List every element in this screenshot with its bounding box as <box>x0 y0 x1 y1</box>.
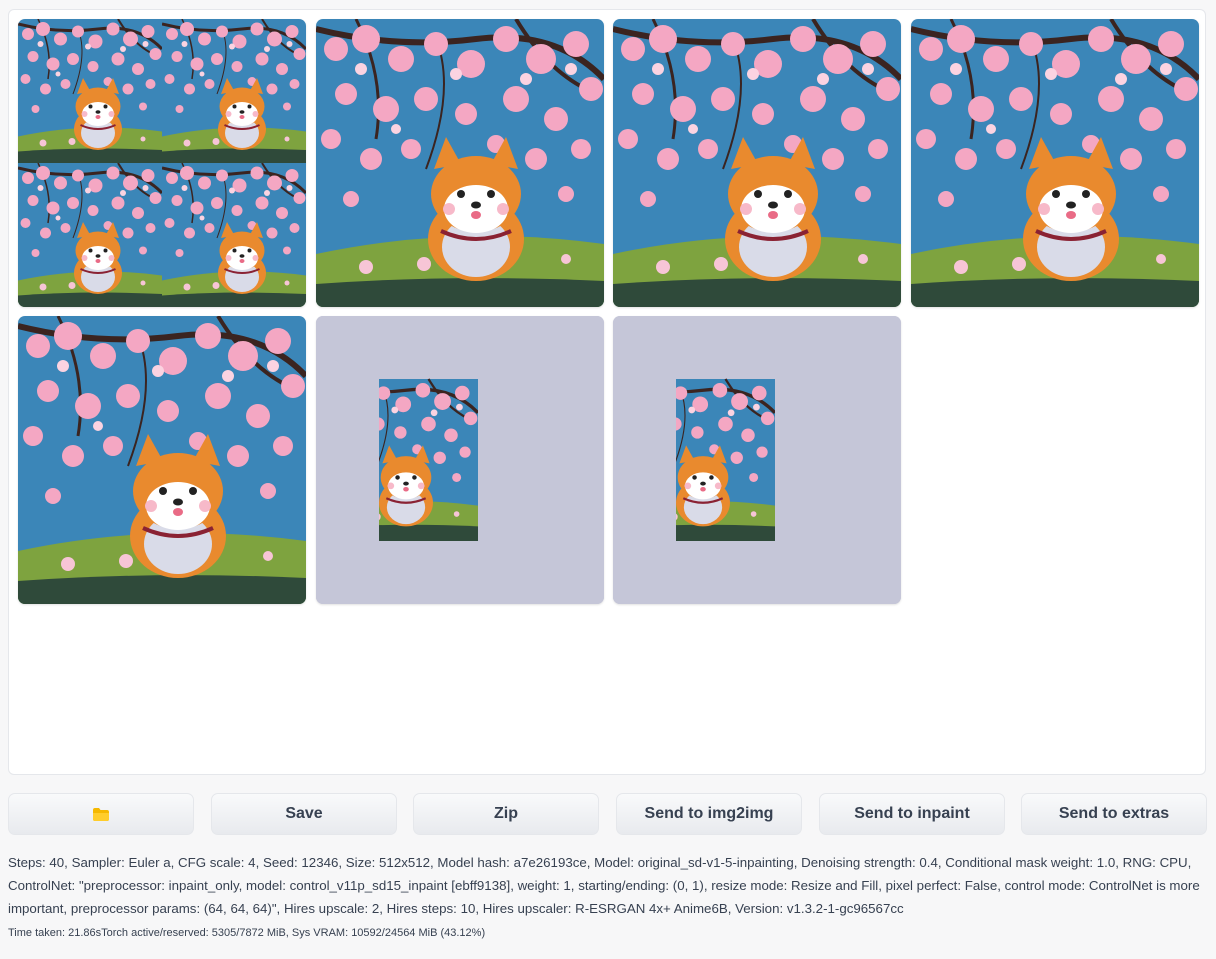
open-folder-button[interactable] <box>8 793 194 835</box>
send-to-inpaint-button[interactable]: Send to inpaint <box>819 793 1005 835</box>
image-gallery <box>8 9 1206 775</box>
gallery-image-1[interactable] <box>316 19 604 307</box>
gallery-image-grid[interactable] <box>18 19 306 307</box>
gallery-image-5[interactable] <box>316 316 604 604</box>
gallery-image-2[interactable] <box>613 19 901 307</box>
zip-button[interactable]: Zip <box>413 793 599 835</box>
generation-parameters: Steps: 40, Sampler: Euler a, CFG scale: … <box>8 855 1200 917</box>
gallery-image-4[interactable] <box>18 316 306 604</box>
timing-info: Time taken: 21.86sTorch active/reserved:… <box>8 927 486 939</box>
gallery-image-6[interactable] <box>613 316 901 604</box>
folder-icon <box>93 807 109 821</box>
send-to-img2img-button[interactable]: Send to img2img <box>616 793 802 835</box>
save-button[interactable]: Save <box>211 793 397 835</box>
action-toolbar: Save Zip Send to img2img Send to inpaint… <box>8 793 1208 835</box>
send-to-extras-button[interactable]: Send to extras <box>1021 793 1207 835</box>
gallery-image-3[interactable] <box>911 19 1199 307</box>
